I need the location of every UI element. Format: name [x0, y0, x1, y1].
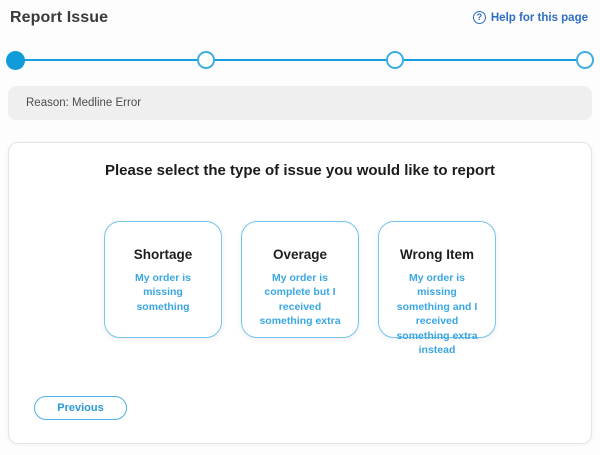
options-row: Shortage My order is missing something O… — [9, 221, 591, 338]
option-title: Shortage — [105, 247, 221, 262]
question-circle-icon: ? — [473, 11, 486, 24]
page-title: Report Issue — [10, 9, 108, 27]
previous-button[interactable]: Previous — [34, 396, 127, 420]
help-link-label: Help for this page — [491, 12, 588, 24]
progress-stepper — [6, 50, 594, 70]
option-card-overage[interactable]: Overage My order is complete but I recei… — [241, 221, 359, 338]
option-card-shortage[interactable]: Shortage My order is missing something — [104, 221, 222, 338]
help-link[interactable]: ? Help for this page — [473, 11, 588, 24]
step-circle — [386, 51, 404, 69]
header: Report Issue ? Help for this page — [0, 0, 600, 30]
option-description: My order is complete but I received some… — [242, 271, 358, 329]
stepper-dots — [6, 50, 594, 70]
option-description: My order is missing something — [105, 271, 221, 314]
option-title: Wrong Item — [379, 247, 495, 262]
option-description: My order is missing something and I rece… — [379, 271, 495, 358]
step-circle — [576, 51, 594, 69]
step-circle — [197, 51, 215, 69]
report-issue-page: Report Issue ? Help for this page Reason… — [0, 0, 600, 455]
reason-label: Reason: Medline Error — [26, 97, 141, 109]
option-title: Overage — [242, 247, 358, 262]
main-heading: Please select the type of issue you woul… — [9, 162, 591, 179]
main-card: Please select the type of issue you woul… — [8, 142, 592, 444]
step-circle — [6, 51, 25, 70]
option-card-wrong-item[interactable]: Wrong Item My order is missing something… — [378, 221, 496, 338]
reason-bar: Reason: Medline Error — [8, 86, 592, 120]
